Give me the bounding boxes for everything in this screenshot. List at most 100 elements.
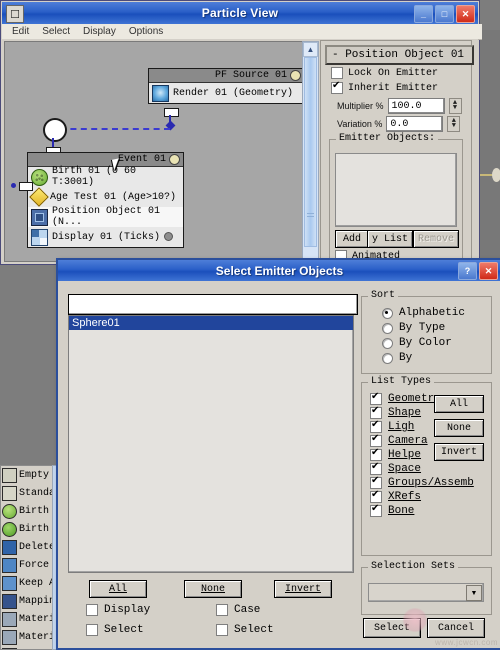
list-item[interactable]: Materi (1, 628, 53, 646)
checkbox-label: Lock On Emitter (348, 68, 438, 79)
checkbox-box[interactable] (370, 449, 382, 461)
list-item-sphere01[interactable]: Sphere01 (69, 316, 353, 330)
checkbox-select-subtree[interactable]: Select (86, 624, 144, 636)
multiplier-spinner[interactable]: ▲▼ (449, 98, 462, 114)
invert-button[interactable]: Invert (274, 580, 332, 598)
radio-button[interactable] (382, 308, 393, 319)
multiplier-input[interactable]: 100.0 (388, 98, 445, 114)
pf-source-output-stub[interactable] (164, 108, 179, 117)
node-pf-source-header[interactable]: PF Source 01 (149, 69, 304, 83)
search-input[interactable] (68, 294, 358, 315)
age-test-output-stub[interactable] (19, 182, 33, 191)
radio-by[interactable]: By (382, 352, 465, 364)
list-item[interactable]: Birth (1, 520, 53, 538)
all-button[interactable]: All (89, 580, 147, 598)
field-variation[interactable]: Variation % 0.0 ▲▼ (337, 116, 460, 132)
menu-item-display[interactable]: Display (77, 25, 122, 38)
help-icon[interactable]: ? (458, 262, 477, 280)
remove-button[interactable]: Remove (413, 230, 459, 248)
list-item[interactable]: Mappin (1, 592, 53, 610)
global-event-node[interactable] (43, 118, 67, 142)
list-item[interactable]: Materi (1, 646, 53, 650)
close-icon[interactable]: ✕ (456, 5, 475, 23)
particle-view-titlebar[interactable]: ☐ Particle View _ □ ✕ (2, 2, 478, 24)
list-item[interactable]: Birth (1, 502, 53, 520)
checkbox-select-dependents[interactable]: Select (216, 624, 274, 636)
add-button[interactable]: Add (335, 230, 369, 248)
minimize-icon[interactable]: _ (414, 5, 433, 23)
variation-input[interactable]: 0.0 (386, 116, 443, 132)
list-item[interactable]: Materi (1, 610, 53, 628)
particle-flow-canvas[interactable]: PF Source 01 Render 01 (Geometry) (4, 41, 304, 262)
by-list-button[interactable]: y List (367, 230, 413, 248)
operator-position-object-01[interactable]: Position Object 01 (N... (28, 207, 183, 227)
checkbox-case-sensitive[interactable]: Case (216, 604, 260, 616)
checkbox-box[interactable] (370, 477, 382, 489)
radio-button[interactable] (382, 353, 393, 364)
field-multiplier[interactable]: Multiplier % 100.0 ▲▼ (337, 98, 462, 114)
checkbox-box[interactable] (370, 505, 382, 517)
menu-item-select[interactable]: Select (36, 25, 76, 38)
menu-item-edit[interactable]: Edit (6, 25, 35, 38)
list-item[interactable]: Keep A (1, 574, 53, 592)
operator-display-01[interactable]: Display 01 (Ticks) (28, 227, 183, 247)
checkbox-bones[interactable]: Bone (370, 505, 474, 517)
node-event-header[interactable]: Event 01 (28, 153, 183, 167)
checkbox-groups-assemblies[interactable]: Groups/Assemb (370, 477, 474, 489)
maximize-icon[interactable]: □ (435, 5, 454, 23)
checkbox-box[interactable] (370, 463, 382, 475)
checkbox-space-warps[interactable]: Space (370, 463, 474, 475)
canvas-scrollbar[interactable]: ▲ (302, 41, 319, 262)
list-types-none-button[interactable]: None (434, 419, 484, 437)
light-bulb-icon[interactable] (290, 70, 301, 81)
checkbox-box[interactable] (86, 604, 98, 616)
watermark-text: www.jcwcn.com (435, 638, 498, 647)
operator-birth-01[interactable]: Birth 01 (0 60 T:3001) (28, 167, 183, 187)
none-button[interactable]: None (184, 580, 242, 598)
chevron-down-icon[interactable]: ▼ (466, 585, 482, 601)
radio-button[interactable] (382, 323, 393, 334)
checkbox-box[interactable] (370, 435, 382, 447)
checkbox-display-subtree[interactable]: Display (86, 604, 150, 616)
checkbox-box[interactable] (331, 67, 343, 79)
cancel-button[interactable]: Cancel (427, 618, 485, 638)
checkbox-box[interactable] (331, 82, 343, 94)
operator-age-test-01[interactable]: Age Test 01 (Age>10?) (28, 187, 183, 207)
radio-alphabetic[interactable]: Alphabetic (382, 307, 465, 319)
selection-sets-combo[interactable]: ▼ (368, 583, 484, 602)
list-item[interactable]: Empty (1, 466, 53, 484)
checkbox-box[interactable] (216, 604, 228, 616)
checkbox-box[interactable] (370, 393, 382, 405)
checkbox-xrefs[interactable]: XRefs (370, 491, 474, 503)
checkbox-box[interactable] (86, 624, 98, 636)
checkbox-box[interactable] (370, 407, 382, 419)
radio-by-color[interactable]: By Color (382, 337, 465, 349)
radio-by-type[interactable]: By Type (382, 322, 465, 334)
close-icon[interactable]: ✕ (479, 262, 498, 280)
scroll-up-icon[interactable]: ▲ (303, 42, 318, 57)
operator-render-01[interactable]: Render 01 (Geometry) (149, 83, 304, 103)
rollout-header-position-object[interactable]: - Position Object 01 (325, 45, 474, 65)
variation-spinner[interactable]: ▲▼ (447, 116, 460, 132)
checkbox-box[interactable] (370, 491, 382, 503)
radio-button[interactable] (382, 338, 393, 349)
scrollbar-thumb[interactable] (304, 57, 317, 247)
list-types-all-button[interactable]: All (434, 395, 484, 413)
list-item[interactable]: Delete (1, 538, 53, 556)
node-event-01[interactable]: Event 01 Birth 01 (0 60 T:3001) Age Test… (27, 152, 184, 248)
object-list[interactable]: Sphere01 (68, 315, 354, 573)
emitter-objects-list[interactable] (335, 153, 457, 227)
checkbox-box[interactable] (216, 624, 228, 636)
dialog-titlebar[interactable]: Select Emitter Objects ? ✕ (58, 260, 500, 281)
checkbox-lock-on-emitter[interactable]: Lock On Emitter (331, 67, 438, 79)
light-bulb-icon[interactable] (169, 154, 180, 165)
node-pf-source[interactable]: PF Source 01 Render 01 (Geometry) (148, 68, 304, 104)
display-toggle-dot[interactable] (164, 232, 173, 241)
list-types-invert-button[interactable]: Invert (434, 443, 484, 461)
list-item[interactable]: Standa (1, 484, 53, 502)
checkbox-inherit-emitter[interactable]: Inherit Emitter (331, 82, 438, 94)
menu-item-options[interactable]: Options (123, 25, 169, 38)
checkbox-box[interactable] (370, 421, 382, 433)
list-item[interactable]: Force (1, 556, 53, 574)
operator-depot[interactable]: Empty Standa Birth Birth Delete Force Ke… (0, 465, 54, 650)
